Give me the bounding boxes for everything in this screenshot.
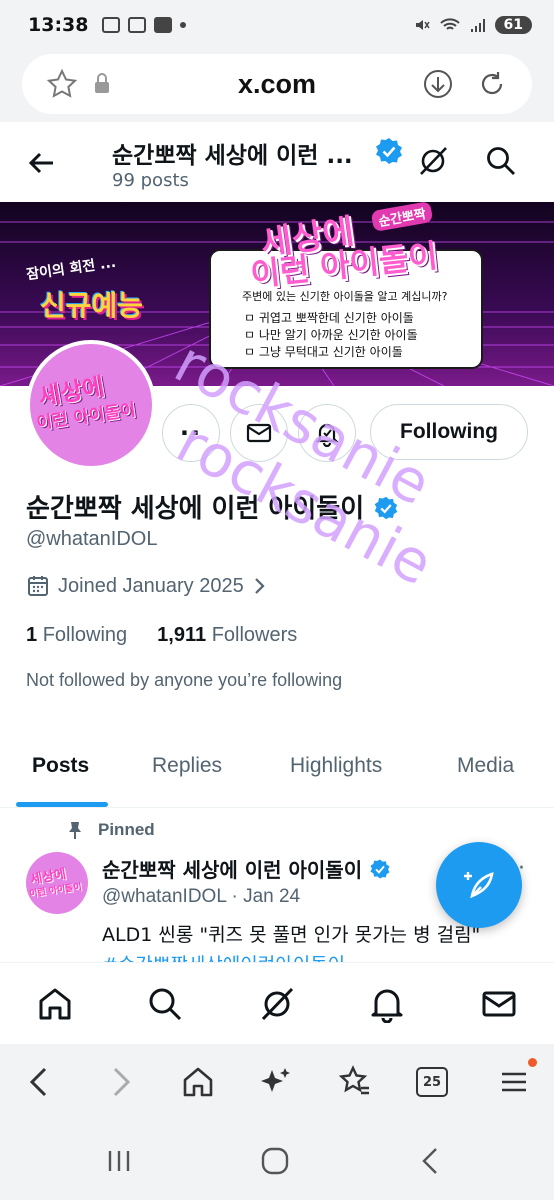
profile-name: 순간뽀짝 세상에 이런 아이돌이 [26,494,365,524]
tab-posts[interactable]: Posts [32,754,89,778]
back-arrow-icon[interactable] [24,146,58,180]
more-notifications-icon [180,22,187,28]
compose-feather-icon [464,872,494,899]
tweet-author-row[interactable]: 순간뽀짝 세상에 이런 아이돌이 [102,854,391,883]
follow-stats: 1 Following 1,911 Followers [26,624,297,647]
banner-list-item: ㅁ 나만 알기 아까운 신기한 아이돌 [244,328,418,342]
banner-list-item: ㅁ 귀엽고 뽀짝한데 신기한 아이돌 [244,311,414,325]
banner-badge-text: 신규예능 [40,289,144,322]
following-label: Following [42,624,128,646]
compose-button[interactable] [436,842,522,928]
screenshot-icon [102,17,121,33]
message-icon [246,423,272,443]
signal-icon [470,19,485,32]
search-icon[interactable] [146,985,184,1023]
verified-badge-icon [376,138,402,164]
profile-header: 순간뽀짝 세상에 이런 ... 99 posts [0,122,554,202]
system-home-icon[interactable] [258,1144,292,1178]
tweet-hashtag[interactable]: #순간뽀짝세상에이런아이돌이 [102,950,345,962]
status-notification-icons [102,17,187,33]
verified-badge-icon [374,496,398,520]
status-bar: 13:38 61 [0,0,554,50]
mail-icon[interactable] [480,985,518,1023]
tweet-text: ALD1 씬롱 "퀴즈 못 풀면 인가 못가는 병 걸림" [102,924,481,946]
notifications-button[interactable] [298,404,356,462]
header-post-count: 99 posts [112,170,189,191]
reload-icon[interactable] [476,68,508,100]
tweet-avatar[interactable]: 세상에 이런 아이돌이 [26,852,88,914]
system-nav-bar [0,1120,554,1200]
bookmarks-icon[interactable] [336,1064,372,1100]
tabs-count: 25 [422,1074,442,1090]
browser-forward-icon[interactable] [102,1064,138,1100]
followers-label: Followers [211,624,298,646]
bell-icon[interactable] [368,985,406,1023]
tweet-meta: @whatanIDOL · Jan 24 [102,886,301,907]
recent-apps-icon[interactable] [102,1144,136,1178]
pin-icon [69,822,81,839]
chevron-right-icon [254,578,265,594]
tab-media[interactable]: Media [457,754,514,778]
grok-icon[interactable] [258,985,296,1023]
following-count: 1 [26,624,38,646]
menu-notification-dot [528,1058,537,1067]
header-title: 순간뽀짝 세상에 이런 ... [112,143,353,169]
pinned-label: Pinned [98,820,155,839]
active-tab-indicator [16,802,108,807]
tab-replies[interactable]: Replies [152,754,222,778]
tab-highlights[interactable]: Highlights [290,754,382,778]
more-options-button[interactable]: ·· [162,404,220,462]
grok-icon[interactable] [416,144,450,178]
tweet-author-name: 순간뽀짝 세상에 이런 아이돌이 [102,858,363,882]
system-back-icon[interactable] [414,1144,448,1178]
browser-top-bar: x.com [0,50,554,122]
profile-avatar[interactable]: 세상에 이런 아이돌이 [26,340,156,470]
youtube-icon [154,17,173,33]
profile-tabs: Posts Replies Highlights Media [0,736,554,808]
following-button[interactable]: Following [370,404,528,460]
status-system-icons: 61 [413,16,532,34]
profile-handle: @whatanIDOL [26,528,158,550]
followers-stat[interactable]: 1,911 Followers [157,624,297,647]
menu-icon[interactable] [496,1064,532,1100]
browser-bottom-bar: 25 [0,1044,554,1120]
banner-question: 주변에 있는 신기한 아이돌을 알고 계십니까? [242,290,448,303]
chat-icon [128,17,147,33]
pinned-label-row: Pinned [66,820,155,840]
followers-count: 1,911 [157,624,207,646]
search-icon[interactable] [484,144,518,178]
status-time: 13:38 [28,14,89,36]
browser-back-icon[interactable] [22,1064,58,1100]
calendar-icon [28,576,48,596]
home-icon[interactable] [36,985,74,1023]
banner-list: ㅁ 귀엽고 뽀짝한데 신기한 아이돌 ㅁ 나만 알기 아까운 신기한 아이돌 ㅁ… [244,310,418,361]
joined-date-row[interactable]: Joined January 2025 [26,574,268,598]
profile-name-row: 순간뽀짝 세상에 이런 아이돌이 [26,488,399,525]
mute-icon [415,20,430,30]
download-icon[interactable] [422,68,454,100]
app-bottom-nav [0,962,554,1044]
browser-home-icon[interactable] [180,1064,216,1100]
following-stat[interactable]: 1 Following [26,624,127,647]
notification-bell-icon [315,423,339,447]
url-text[interactable]: x.com [22,69,532,100]
not-followed-note: Not followed by anyone you’re following [26,670,343,690]
sparkle-icon[interactable] [258,1064,294,1100]
tabs-button[interactable]: 25 [416,1067,448,1097]
joined-date: Joined January 2025 [58,574,244,597]
verified-badge-icon [370,859,390,879]
wifi-icon [439,18,460,30]
more-options-label: ·· [179,419,203,447]
battery-indicator: 61 [494,16,532,34]
message-button[interactable] [230,404,288,462]
banner-list-item: ㅁ 그냥 무턱대고 신기한 아이돌 [244,345,403,359]
url-bar[interactable]: x.com [22,54,532,114]
